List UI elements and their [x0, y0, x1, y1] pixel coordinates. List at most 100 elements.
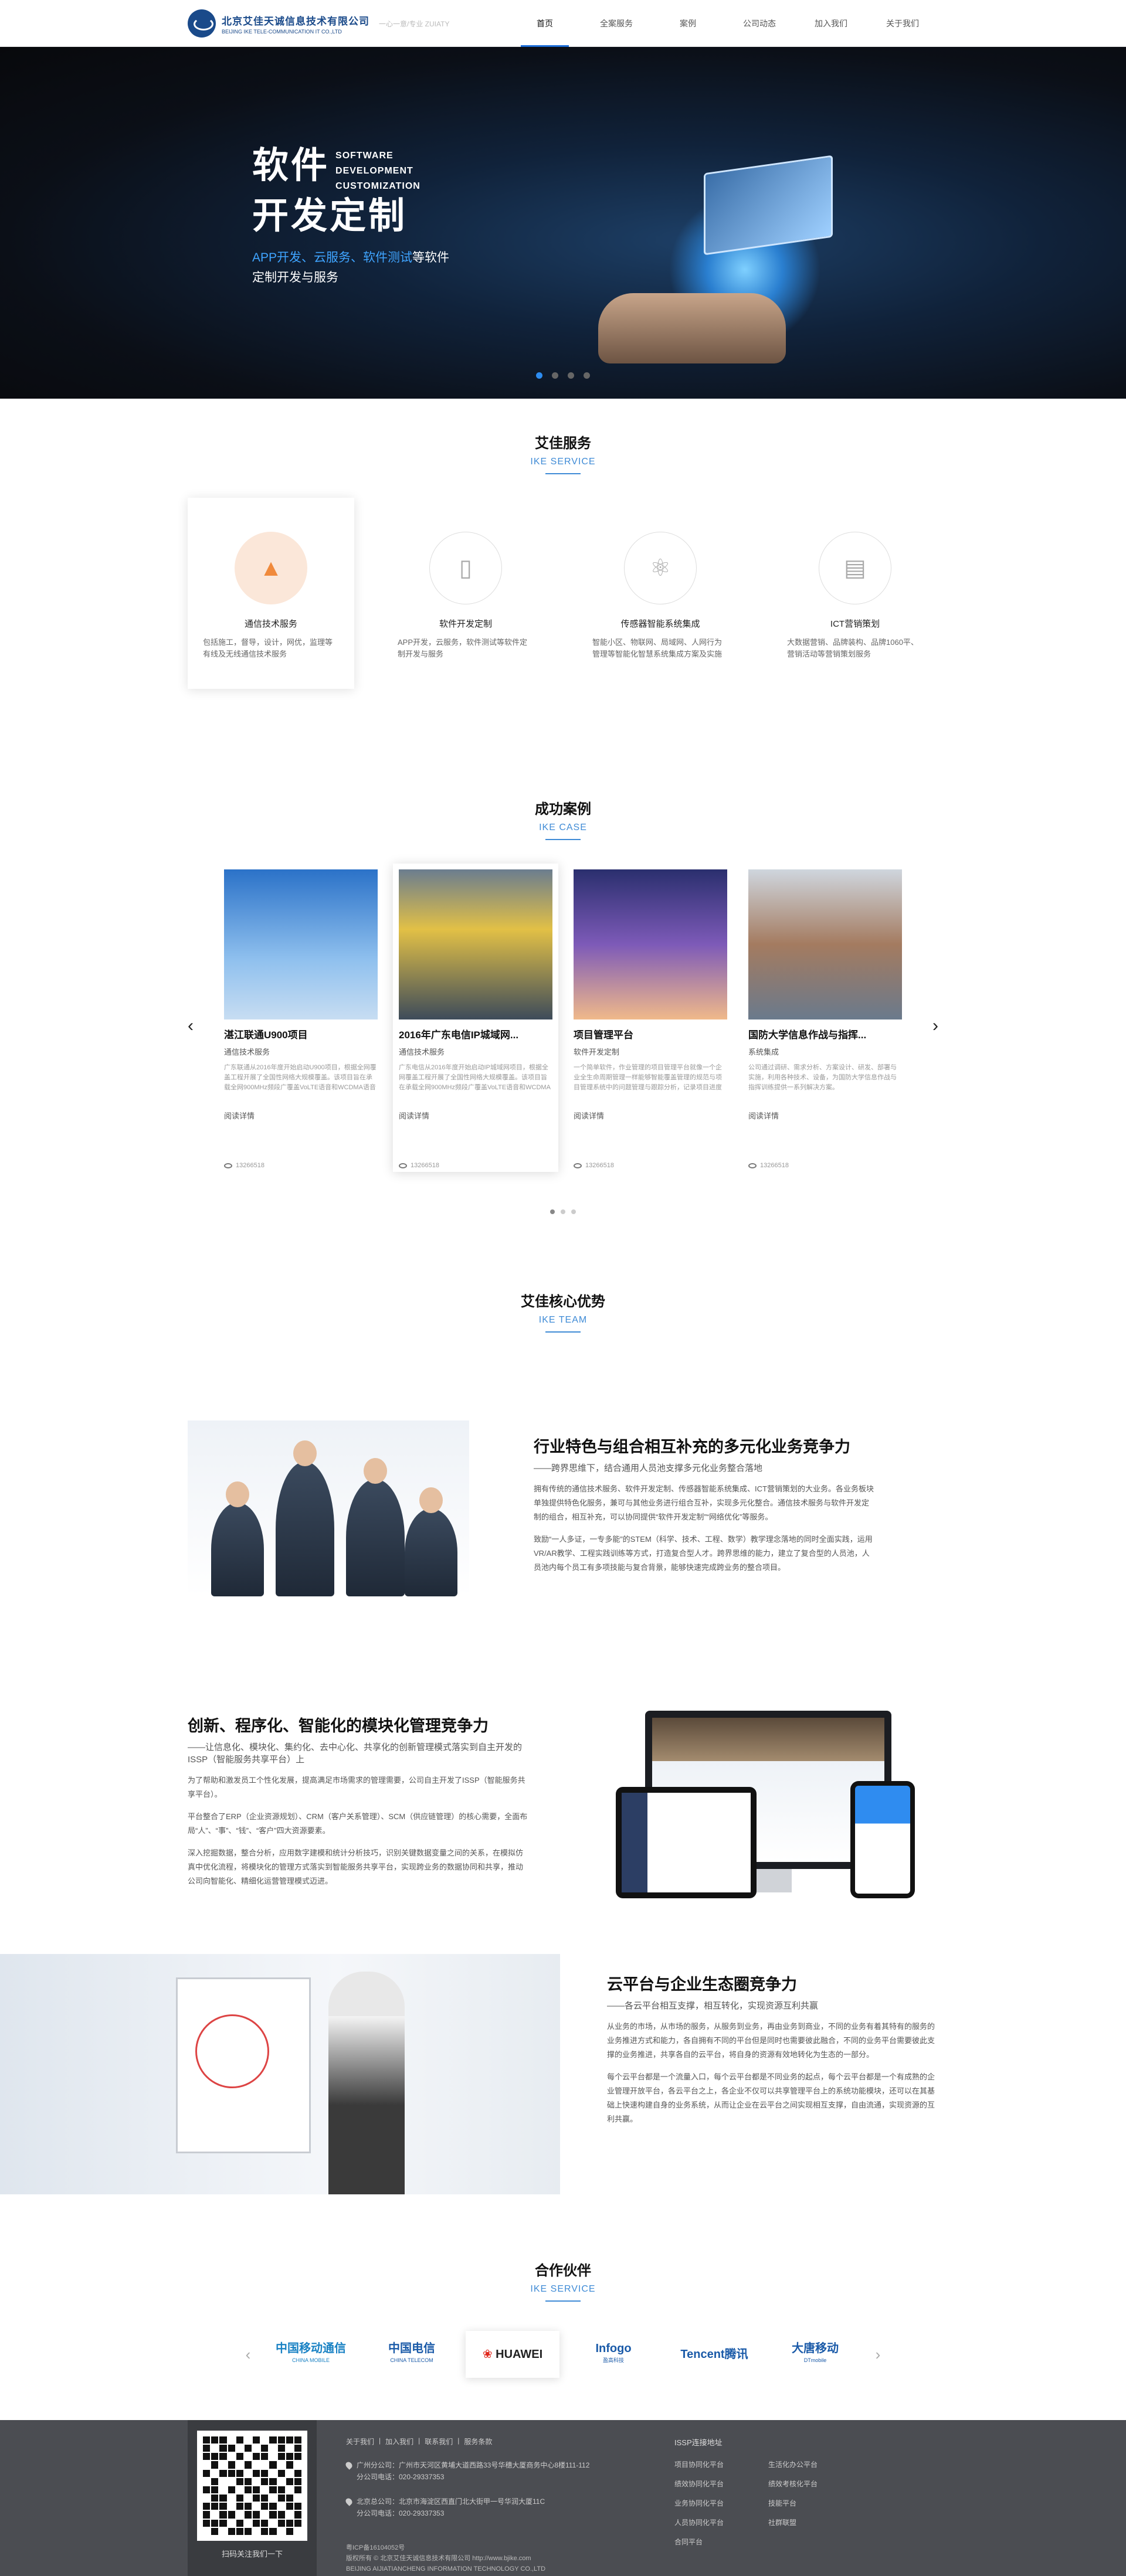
service-card[interactable]: ▤ ICT营销策划 大数据营销、品牌装构、品牌1060平、营销活动等营销策划服务: [772, 498, 938, 689]
advantage-heading: 创新、程序化、智能化的模块化管理竞争力: [188, 1717, 489, 1735]
eye-icon: [574, 1163, 582, 1168]
case-read-more[interactable]: 阅读详情: [224, 1110, 378, 1121]
huawei-logo-icon[interactable]: ❀ HUAWEI: [466, 2331, 559, 2378]
case-category: 软件开发定制: [574, 1048, 620, 1056]
company-logo[interactable]: 北京艾佳天诚信息技术有限公司 BEIJING IKE TELE-COMMUNIC…: [188, 9, 369, 38]
section-subtitle: IKE TEAM: [538, 1315, 588, 1325]
eye-icon: [224, 1163, 232, 1168]
case-card[interactable]: 湛江联通U900项目 通信技术服务 广东联通从2016年度开始启动U900项目，…: [218, 864, 384, 1172]
hero-title-en: SOFTWARE DEVELOPMENT CUSTOMIZATION: [335, 151, 420, 191]
issp-link[interactable]: 项目协同化平台: [674, 2459, 768, 2469]
footer-link-about[interactable]: 关于我们: [346, 2436, 374, 2446]
services-section: 艾佳服务 IKE SERVICE ▲ 通信技术服务 包括施工，督导，设计，网优，…: [0, 399, 1126, 768]
case-card[interactable]: 国防大学信息作战与指挥... 系统集成 公司通过调研、需求分析、方案设计、研发、…: [742, 864, 908, 1172]
service-name: ICT营销策划: [830, 619, 880, 629]
carousel-dot[interactable]: [536, 372, 542, 379]
advantage-body: 为了帮助和激发员工个性化发展，提高满足市场需求的管理需要，公司自主开发了ISSP…: [188, 1775, 528, 1885]
chevron-right-icon[interactable]: ›: [869, 2346, 887, 2364]
nav-item-about[interactable]: 关于我们: [867, 0, 938, 47]
case-desc: 一个简单软件，作业管理的项目管理平台就像一个企业全生命周期管理一样能够智能覆盖管…: [574, 1064, 722, 1091]
footer-link-terms[interactable]: 服务条款: [464, 2436, 492, 2446]
section-divider: [545, 1331, 581, 1333]
carousel-dot[interactable]: [561, 1209, 565, 1214]
section-subtitle: IKE CASE: [539, 823, 587, 832]
hero-hand-graphic: [598, 293, 786, 363]
logo-cn-name: 北京艾佳天诚信息技术有限公司: [222, 15, 369, 27]
service-name: 通信技术服务: [244, 619, 297, 629]
case-views: 13266518: [574, 1162, 727, 1169]
team-photo: [188, 1420, 469, 1596]
service-card[interactable]: ▲ 通信技术服务 包括施工，督导，设计，网优，监理等有线及无线通信技术服务: [188, 498, 354, 689]
advantage-heading: 云平台与企业生态圈竞争力: [607, 1976, 797, 1993]
service-name: 软件开发定制: [439, 619, 492, 629]
advantage-block-1: 行业特色与组合相互补充的多元化业务竞争力 ——跨界思维下，结合通用人员池支撑多元…: [188, 1374, 938, 1643]
issp-link[interactable]: 绩效协同化平台: [674, 2479, 768, 2489]
section-title: 艾佳核心优势: [521, 1294, 605, 1310]
nav-item-services[interactable]: 全案服务: [581, 0, 652, 47]
dtmobile-logo-icon[interactable]: 大唐移动 DTmobile: [768, 2331, 862, 2378]
chevron-right-icon[interactable]: ›: [932, 1016, 938, 1036]
carousel-dot[interactable]: [584, 372, 590, 379]
eye-icon: [748, 1163, 757, 1168]
hero-carousel-dots: [536, 372, 590, 379]
service-card[interactable]: ⚛ 传感器智能系统集成 智能小区、物联网、局域网、人网行为管理等智能化智慧系统集…: [577, 498, 744, 689]
advantage-sub: ——各云平台相互支撑，相互转化，实现资源互利共赢: [607, 2001, 819, 2011]
case-carousel-dots: [0, 1209, 1126, 1214]
issp-link[interactable]: 技能平台: [768, 2498, 862, 2508]
section-title: 合作伙伴: [535, 2263, 591, 2279]
issp-link[interactable]: 生活化办公平台: [768, 2459, 862, 2469]
service-card[interactable]: ▯ 软件开发定制 APP开发，云服务，软件测试等软件定制开发与服务: [382, 498, 549, 689]
section-title: 成功案例: [535, 801, 591, 817]
nav-item-news[interactable]: 公司动态: [724, 0, 795, 47]
chevron-left-icon[interactable]: ‹: [188, 1016, 194, 1036]
nav-item-join[interactable]: 加入我们: [795, 0, 867, 47]
china-telecom-logo-icon[interactable]: 中国电信 CHINA TELECOM: [365, 2331, 459, 2378]
carousel-dot[interactable]: [568, 372, 574, 379]
issp-link[interactable]: 绩效考核化平台: [768, 2479, 862, 2489]
advantage-sub: ——跨界思维下，结合通用人员池支撑多元化业务整合落地: [534, 1463, 763, 1473]
chevron-left-icon[interactable]: ‹: [239, 2346, 257, 2364]
carousel-dot[interactable]: [550, 1209, 555, 1214]
case-card[interactable]: 项目管理平台 软件开发定制 一个简单软件，作业管理的项目管理平台就像一个企业全生…: [568, 864, 733, 1172]
china-mobile-logo-icon[interactable]: 中国移动通信 CHINA MOBILE: [264, 2331, 358, 2378]
case-image: [748, 869, 902, 1019]
location-pin-icon: [344, 2497, 354, 2506]
advantage-block-2: 创新、程序化、智能化的模块化管理竞争力 ——让信息化、模块化、集约化、去中心化、…: [188, 1667, 938, 1942]
service-name: 传感器智能系统集成: [620, 619, 700, 629]
carousel-dot[interactable]: [552, 372, 558, 379]
issp-link[interactable]: 业务协同化平台: [674, 2498, 768, 2508]
carousel-dot[interactable]: [571, 1209, 576, 1214]
case-desc: 公司通过调研、需求分析、方案设计、研发、部署与实施，利用各种技术、设备，为国防大…: [748, 1064, 897, 1091]
section-divider: [545, 2300, 581, 2302]
advantage-block-3: 云平台与企业生态圈竞争力 ——各云平台相互支撑，相互转化，实现资源互利共赢 从业…: [0, 1954, 1126, 2194]
logo-en-name: BEIJING IKE TELE-COMMUNICATION IT CO.,LT…: [222, 28, 342, 35]
advantage-body: 从业务的市场，从市场的服务，从服务到业务，再由业务到商业，不同的业务有着其特有的…: [607, 2022, 935, 2123]
case-read-more[interactable]: 阅读详情: [399, 1110, 552, 1121]
section-title: 艾佳服务: [535, 436, 591, 451]
footer-link-join[interactable]: 加入我们: [385, 2436, 413, 2446]
signal-tower-icon: ▲: [235, 532, 307, 604]
case-card[interactable]: 2016年广东电信IP城域网... 通信技术服务 广东电信从2016年度开始启动…: [393, 864, 558, 1172]
case-title: 湛江联通U900项目: [224, 1029, 308, 1041]
case-image: [399, 869, 552, 1019]
logo-mark-icon: [188, 9, 216, 38]
service-desc: 大数据营销、品牌装构、品牌1060平、营销活动等营销策划服务: [787, 638, 918, 658]
footer-copyright: 粤ICP备16104052号 版权所有 © 北京艾佳天诚信息技术有限公司 htt…: [346, 2544, 546, 2572]
hero-banner: 软件 SOFTWARE DEVELOPMENT CUSTOMIZATION 开发…: [0, 47, 1126, 399]
infogo-logo-icon[interactable]: Infogo 盈高科技: [567, 2331, 660, 2378]
case-title: 2016年广东电信IP城域网...: [399, 1029, 519, 1041]
footer-links: 关于我们 | 加入我们 | 联系我们 | 服务条款: [346, 2436, 493, 2446]
service-desc: 智能小区、物联网、局域网、人网行为管理等智能化智慧系统集成方案及实施: [592, 638, 723, 658]
footer-link-contact[interactable]: 联系我们: [425, 2436, 453, 2446]
nav-item-home[interactable]: 首页: [509, 0, 581, 47]
case-category: 系统集成: [748, 1048, 779, 1056]
issp-link[interactable]: 人员协同化平台: [674, 2517, 768, 2527]
issp-link[interactable]: 社群联盟: [768, 2517, 862, 2527]
advantage-sub: ——让信息化、模块化、集约化、去中心化、共享化的创新管理模式落实到自主开发的IS…: [188, 1742, 523, 1765]
tencent-logo-icon[interactable]: Tencent腾讯: [667, 2331, 761, 2378]
case-read-more[interactable]: 阅读详情: [574, 1110, 727, 1121]
hero-title-line1: 软件: [252, 145, 330, 186]
nav-item-cases[interactable]: 案例: [652, 0, 724, 47]
case-read-more[interactable]: 阅读详情: [748, 1110, 902, 1121]
issp-link[interactable]: 合同平台: [674, 2537, 768, 2547]
